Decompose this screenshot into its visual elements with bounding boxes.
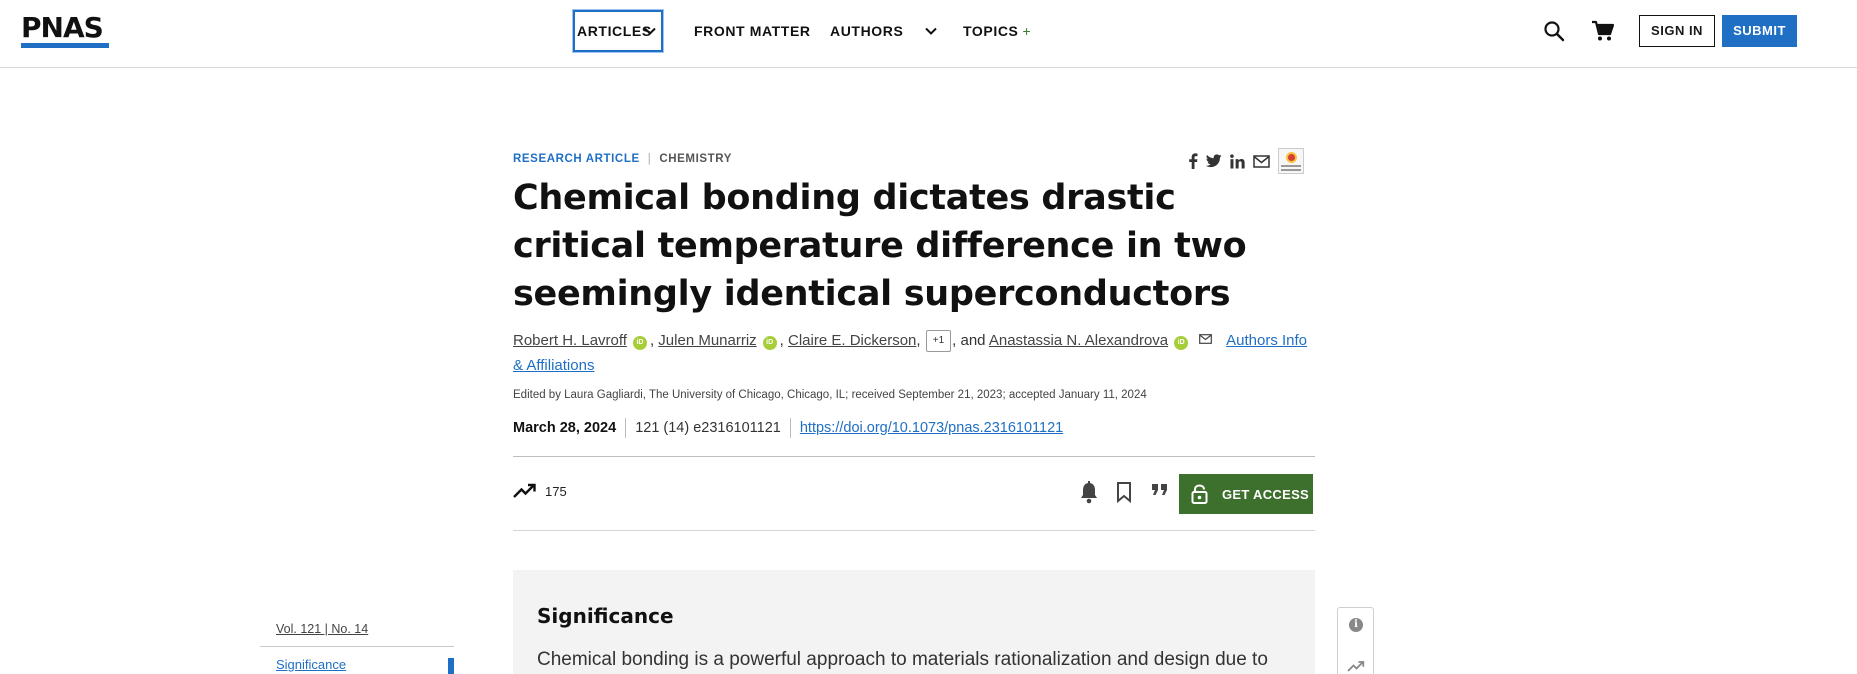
search-icon[interactable] [1543, 20, 1565, 42]
nav-topics-label: TOPICS [963, 23, 1019, 39]
share-bar [1188, 148, 1304, 174]
significance-heading: Significance [537, 604, 674, 628]
orcid-icon[interactable]: iD [762, 336, 777, 350]
significance-section: Significance Chemical bonding is a power… [513, 570, 1315, 674]
author-list: Robert H. Lavroff iD, Julen Munarriz iD, C… [513, 330, 1308, 374]
toc-item-significance[interactable]: Significance [276, 657, 346, 672]
publication-info: March 28, 2024 121 (14) e2316101121 http… [513, 418, 1063, 438]
editor-info: Edited by Laura Gagliardi, The Universit… [513, 389, 1147, 401]
author-name[interactable]: Robert H. Lavroff [513, 332, 627, 349]
divider [625, 418, 627, 438]
side-toolbar: i [1337, 607, 1374, 674]
quote-icon [1152, 484, 1167, 495]
lock-icon [1191, 484, 1208, 504]
corresponding-email-icon[interactable] [1199, 334, 1213, 344]
sign-in-button[interactable]: SIGN IN [1639, 15, 1715, 47]
type-separator: | [647, 153, 652, 165]
article-subject[interactable]: CHEMISTRY [659, 153, 732, 165]
plus-icon: + [1022, 23, 1032, 39]
cart-icon[interactable] [1591, 20, 1615, 42]
pnas-logo[interactable]: PNAS [21, 14, 104, 42]
chevron-down-icon [644, 27, 656, 35]
author-name[interactable]: Claire E. Dickerson [788, 332, 916, 349]
nav-authors-label: AUTHORS [830, 23, 904, 39]
nav-front-matter[interactable]: FRONT MATTER [694, 22, 811, 40]
nav-articles-label: ARTICLES [577, 23, 652, 39]
info-icon[interactable]: i [1349, 618, 1363, 632]
cite-button[interactable] [1151, 481, 1173, 505]
significance-text: Chemical bonding is a powerful approach … [537, 649, 1268, 670]
twitter-icon[interactable] [1206, 154, 1222, 168]
doi-link[interactable]: https://doi.org/10.1073/pnas.2316101121 [800, 420, 1063, 436]
site-header: PNAS ARTICLES FRONT MATTER AUTHORS TOPIC… [0, 0, 1857, 68]
article-actions-bar: 175 GET ACCESS [513, 456, 1315, 531]
bookmark-button[interactable] [1115, 481, 1137, 505]
linkedin-icon[interactable] [1230, 153, 1245, 169]
and-text: and [960, 332, 986, 349]
trending-icon[interactable] [1347, 660, 1365, 672]
metrics-link[interactable]: 175 [513, 483, 567, 499]
article-type-line: RESEARCH ARTICLE | CHEMISTRY [513, 153, 732, 165]
nav-articles[interactable]: ARTICLES [573, 10, 663, 52]
get-access-label: GET ACCESS [1222, 486, 1310, 502]
trending-up-icon [513, 483, 536, 498]
article-title: Chemical bonding dictates drastic critic… [513, 178, 1247, 314]
nav-authors[interactable]: AUTHORS [830, 22, 938, 40]
article-type[interactable]: RESEARCH ARTICLE [513, 153, 640, 165]
publication-date: March 28, 2024 [513, 420, 617, 436]
bell-icon [1081, 481, 1097, 504]
facebook-icon[interactable] [1188, 153, 1198, 169]
orcid-icon[interactable]: iD [632, 336, 647, 350]
metric-count: 175 [545, 483, 567, 499]
article-tools [1079, 481, 1173, 505]
citation: 121 (14) e2316101121 [635, 420, 781, 436]
divider [789, 418, 791, 438]
nav-topics[interactable]: TOPICS + [963, 22, 1031, 40]
alert-button[interactable] [1079, 481, 1101, 505]
more-authors-button[interactable]: +1 [925, 330, 952, 353]
author-name[interactable]: Anastassia N. Alexandrova [989, 332, 1168, 349]
bookmark-icon [1117, 482, 1131, 504]
chevron-down-icon [925, 27, 937, 35]
toc-active-indicator [448, 658, 454, 674]
toc-divider [260, 646, 454, 647]
crossmark-icon[interactable] [1278, 148, 1304, 174]
volume-issue-link[interactable]: Vol. 121 | No. 14 [276, 622, 368, 636]
author-name[interactable]: Julen Munarriz [658, 332, 756, 349]
submit-button[interactable]: SUBMIT [1722, 15, 1797, 47]
orcid-icon[interactable]: iD [1174, 336, 1189, 350]
logo-underline [21, 43, 109, 48]
email-icon[interactable] [1253, 154, 1270, 168]
get-access-button[interactable]: GET ACCESS [1179, 474, 1313, 514]
